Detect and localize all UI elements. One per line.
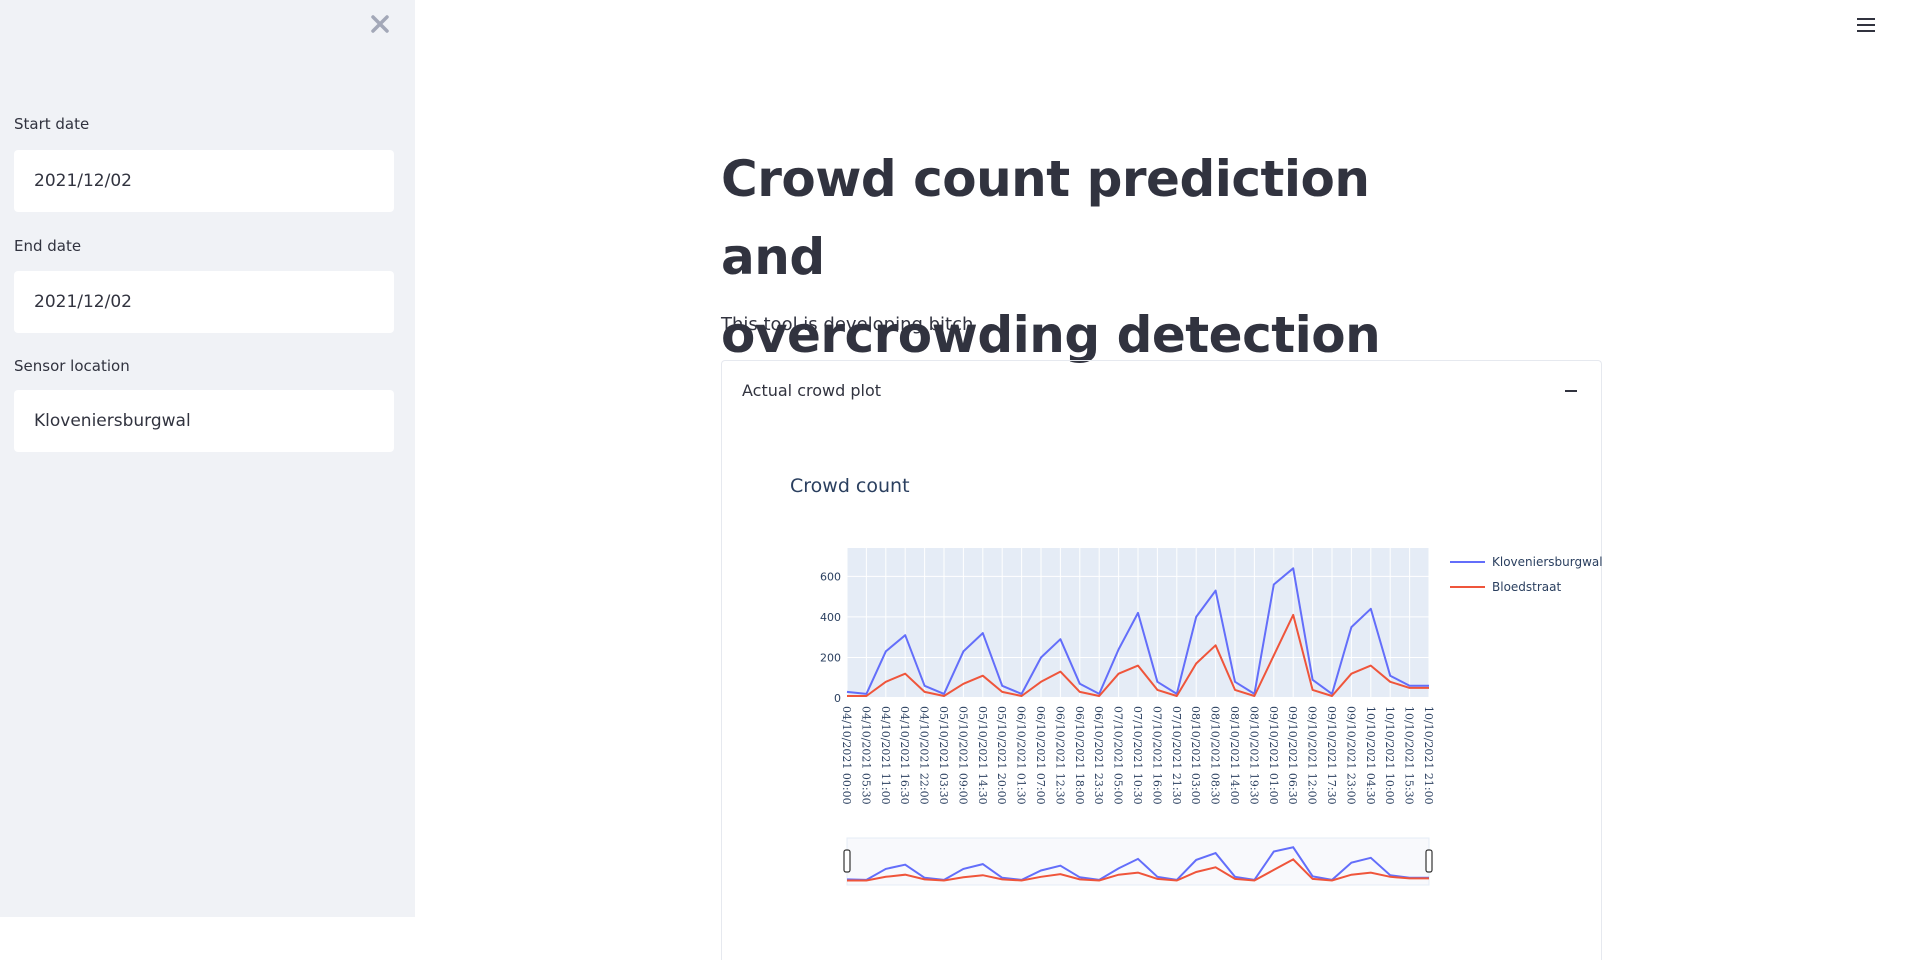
x-tick-label: 08/10/2021 19:30: [1247, 706, 1260, 805]
y-tick-label: 400: [820, 611, 841, 624]
x-tick-label: 06/10/2021 01:30: [1015, 706, 1028, 805]
crowd-count-chart: Crowd count 0 200 400 600 04/10/2021 00:00 04/…: [760, 430, 1610, 917]
y-tick-label: 0: [834, 692, 841, 705]
page-subtitle: This tool is developing bitch: [721, 314, 973, 335]
x-tick-label: 04/10/2021 00:00: [840, 706, 853, 805]
x-tick-label: 10/10/2021 21:00: [1422, 706, 1435, 805]
x-tick-label: 04/10/2021 11:00: [879, 706, 892, 805]
end-date-label: End date: [14, 237, 81, 255]
start-date-input[interactable]: 2021/12/02: [14, 150, 394, 212]
start-date-label: Start date: [14, 115, 89, 133]
expander-header[interactable]: Actual crowd plot: [722, 361, 1601, 421]
sensor-location-label: Sensor location: [14, 357, 130, 375]
close-sidebar-button[interactable]: [366, 10, 394, 38]
x-tick-label: 09/10/2021 17:30: [1325, 706, 1338, 805]
x-tick-label: 04/10/2021 22:00: [918, 706, 931, 805]
x-tick-label: 10/10/2021 10:00: [1383, 706, 1396, 805]
close-icon: [366, 10, 394, 38]
x-tick-label: 10/10/2021 04:30: [1364, 706, 1377, 805]
x-tick-label: 05/10/2021 14:30: [976, 706, 989, 805]
x-tick-label: 09/10/2021 06:30: [1286, 706, 1299, 805]
x-tick-label: 04/10/2021 16:30: [898, 706, 911, 805]
chart-title: Crowd count: [790, 475, 910, 497]
page-title-line-1: Crowd count prediction and: [721, 140, 1461, 296]
x-tick-label: 06/10/2021 18:00: [1073, 706, 1086, 805]
range-slider-left-handle[interactable]: [844, 850, 850, 872]
x-tick-label: 09/10/2021 23:00: [1344, 706, 1357, 805]
chart-svg: Crowd count 0 200 400 600 04/10/2021 00:00 04/…: [760, 430, 1610, 917]
sidebar: Start date 2021/12/02 End date 2021/12/0…: [0, 0, 415, 917]
x-tick-label: 08/10/2021 08:30: [1209, 706, 1222, 805]
x-tick-label: 10/10/2021 15:30: [1403, 706, 1416, 805]
main-menu-button[interactable]: [1855, 14, 1877, 36]
x-tick-label: 08/10/2021 14:00: [1228, 706, 1241, 805]
x-tick-label: 07/10/2021 05:00: [1112, 706, 1125, 805]
x-tick-label: 05/10/2021 09:00: [956, 706, 969, 805]
x-tick-label: 06/10/2021 07:00: [1034, 706, 1047, 805]
x-tick-label: 04/10/2021 05:30: [859, 706, 872, 805]
y-tick-label: 200: [820, 651, 841, 664]
x-tick-label: 07/10/2021 16:00: [1150, 706, 1163, 805]
end-date-input[interactable]: 2021/12/02: [14, 271, 394, 333]
x-tick-label: 07/10/2021 10:30: [1131, 706, 1144, 805]
x-tick-label: 05/10/2021 03:30: [937, 706, 950, 805]
hamburger-menu-icon: [1855, 14, 1877, 36]
x-tick-label: 06/10/2021 23:30: [1092, 706, 1105, 805]
y-tick-label: 600: [820, 570, 841, 583]
legend-label: Bloedstraat: [1492, 580, 1562, 594]
legend-label: Kloveniersburgwal: [1492, 555, 1603, 569]
x-tick-label: 05/10/2021 20:00: [995, 706, 1008, 805]
x-tick-label: 07/10/2021 21:30: [1170, 706, 1183, 805]
x-tick-label: 06/10/2021 12:30: [1053, 706, 1066, 805]
range-slider-right-handle[interactable]: [1426, 850, 1432, 872]
collapse-minus-icon: [1565, 390, 1577, 392]
x-tick-label: 08/10/2021 03:00: [1189, 706, 1202, 805]
sensor-location-select[interactable]: Kloveniersburgwal: [14, 390, 394, 452]
page-title: Crowd count prediction and overcrowding …: [721, 140, 1461, 374]
x-tick-label: 09/10/2021 01:00: [1267, 706, 1280, 805]
x-tick-label: 09/10/2021 12:00: [1306, 706, 1319, 805]
expander-label: Actual crowd plot: [742, 381, 881, 400]
